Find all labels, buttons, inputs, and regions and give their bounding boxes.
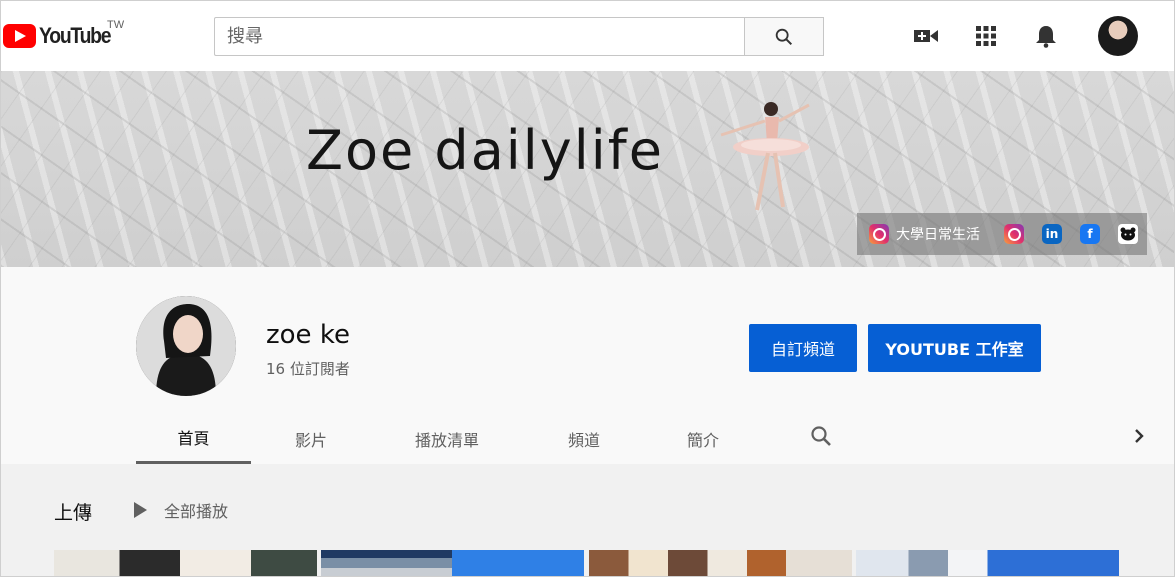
country-code: TW: [107, 19, 125, 31]
apps-grid-icon: [976, 26, 996, 46]
logo-text: YouTube: [39, 23, 112, 48]
bear-icon: [1118, 224, 1138, 244]
channel-banner: Zoe dailylife 大學日常生活 in f: [1, 71, 1174, 267]
video-camera-icon: [914, 30, 938, 42]
youtube-studio-button[interactable]: YOUTUBE 工作室: [868, 324, 1041, 372]
ballerina-image: [720, 102, 810, 211]
search-icon: [775, 28, 793, 45]
tab-about[interactable]: 簡介: [645, 413, 761, 464]
channel-header: zoe ke 16 位訂閱者 自訂頻道 YOUTUBE 工作室 首頁 影片 播放…: [1, 267, 1174, 464]
uploads-shelf: 上傳 全部播放: [1, 464, 1174, 576]
masthead: YouTube TW: [1, 1, 1174, 71]
play-icon: [134, 502, 147, 518]
social-link-label: 大學日常生活: [896, 227, 980, 243]
search-input[interactable]: [214, 17, 744, 56]
video-thumbnail[interactable]: [54, 550, 317, 576]
channel-name: zoe ke: [266, 320, 350, 350]
account-avatar[interactable]: [1098, 16, 1138, 56]
play-all-label: 全部播放: [164, 502, 229, 521]
youtube-logo[interactable]: YouTube TW: [3, 19, 124, 49]
video-thumbnail[interactable]: [856, 550, 1119, 576]
facebook-icon: f: [1080, 224, 1100, 244]
video-thumbnail[interactable]: [321, 550, 584, 576]
instagram-icon: [1004, 224, 1024, 244]
customize-channel-button[interactable]: 自訂頻道: [749, 324, 857, 372]
notifications-button[interactable]: [1033, 23, 1059, 49]
social-link-bear[interactable]: [1118, 224, 1138, 244]
chevron-right-icon: [1135, 429, 1144, 443]
social-link-facebook[interactable]: f: [1080, 224, 1100, 244]
linkedin-icon: in: [1042, 224, 1062, 244]
banner-title: Zoe dailylife: [306, 119, 664, 182]
channel-avatar: [136, 296, 236, 396]
tab-channels[interactable]: 頻道: [523, 413, 645, 464]
shelf-title: 上傳: [54, 502, 93, 524]
tab-playlists[interactable]: 播放清單: [371, 413, 523, 464]
instagram-icon: [869, 224, 889, 244]
subscriber-count: 16 位訂閱者: [266, 360, 350, 378]
search-button[interactable]: [744, 17, 824, 56]
apps-button[interactable]: [973, 23, 999, 49]
social-link-instagram-1[interactable]: 大學日常生活: [869, 224, 980, 244]
tabs-next-button[interactable]: [1129, 422, 1149, 450]
video-thumbnail[interactable]: [589, 550, 852, 576]
create-video-button[interactable]: [913, 23, 939, 49]
social-link-linkedin[interactable]: in: [1042, 224, 1062, 244]
tab-home[interactable]: 首頁: [136, 413, 251, 464]
social-link-instagram-2[interactable]: [1004, 224, 1024, 244]
channel-tabs: 首頁 影片 播放清單 頻道 簡介: [136, 413, 761, 464]
social-links-bar: 大學日常生活 in f: [857, 213, 1147, 255]
bell-icon: [1036, 26, 1056, 48]
youtube-play-icon: [3, 24, 36, 48]
search-icon: [811, 426, 831, 446]
search-box: [214, 17, 824, 56]
channel-search-button[interactable]: [807, 422, 835, 450]
play-all-button[interactable]: 全部播放: [134, 498, 228, 522]
tab-videos[interactable]: 影片: [251, 413, 371, 464]
browser-viewport: YouTube TW Zoe dailylife: [0, 0, 1175, 577]
